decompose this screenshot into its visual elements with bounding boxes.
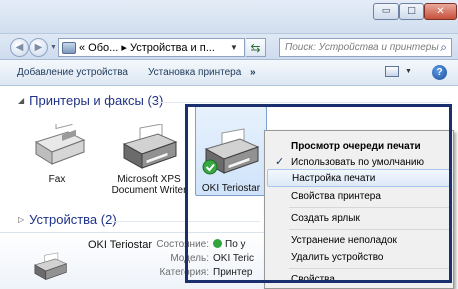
address-path[interactable]: « Обо... ▸ Устройства и п... [79,41,215,54]
printer-icon [34,252,68,281]
expand-triangle-icon: ▷ [18,215,25,224]
refresh-icon: ⇆ [250,40,261,55]
details-device-name: OKI Teriostar [88,239,152,251]
devices-group-header[interactable]: ▷ Устройства (2) [18,212,117,227]
group-divider [150,102,450,103]
forward-button[interactable]: ▶ [29,38,48,57]
printer-icon [122,124,178,169]
explorer-window: ▭ □ ✕ ◀ ▶ ▼ « Обо... ▸ Устройства и п...… [0,0,458,289]
view-options-icon[interactable] [385,66,399,77]
fax-icon [34,124,86,165]
close-button[interactable]: ✕ [424,3,457,20]
device-label-line2: Document Writer [111,185,187,196]
collapse-triangle-icon: ◢ [18,96,25,105]
history-dropdown-icon[interactable]: ▼ [50,44,57,51]
address-bar-row: ◀ ▶ ▼ « Обо... ▸ Устройства и п... ▼ ⇆ П… [0,34,458,60]
printers-group-header[interactable]: ◢ Принтеры и факсы (3) [18,93,163,108]
close-icon: ✕ [436,5,445,17]
printers-group-label: Принтеры и факсы (3) [29,93,164,108]
search-placeholder: Поиск: Устройства и принтеры [285,42,439,53]
address-box[interactable]: « Обо... ▸ Устройства и п... [58,38,245,57]
minimize-icon: ▭ [381,6,391,16]
back-arrow-icon: ◀ [15,42,24,53]
control-panel-icon [62,41,76,54]
add-device-button[interactable]: Добавление устройства [17,67,128,78]
maximize-button[interactable]: □ [399,3,424,20]
device-fax[interactable]: Fax [22,124,92,185]
device-xps-writer[interactable]: Microsoft XPS Document Writer [104,124,194,196]
view-dropdown-icon[interactable]: ▼ [405,68,412,75]
search-icon[interactable]: ⌕ [440,40,447,55]
minimize-button[interactable]: ▭ [373,3,399,20]
device-label: Fax [48,174,66,185]
back-button[interactable]: ◀ [10,38,29,57]
forward-arrow-icon: ▶ [34,42,43,53]
more-commands-button[interactable]: » [250,67,256,78]
maximize-icon: □ [407,6,416,16]
search-input[interactable]: Поиск: Устройства и принтеры ⌕ [279,38,452,57]
refresh-button[interactable]: ⇆ [246,38,266,57]
highlight-frame [185,104,452,283]
add-printer-button[interactable]: Установка принтера [148,67,241,78]
title-bar: ▭ □ ✕ [0,0,458,34]
devices-group-label: Устройства (2) [29,212,117,227]
device-label-line1: Microsoft XPS [117,174,181,185]
help-icon[interactable]: ? [432,65,447,80]
command-bar: Добавление устройства Установка принтера… [0,60,458,86]
address-dropdown-icon[interactable]: ▼ [230,43,238,52]
